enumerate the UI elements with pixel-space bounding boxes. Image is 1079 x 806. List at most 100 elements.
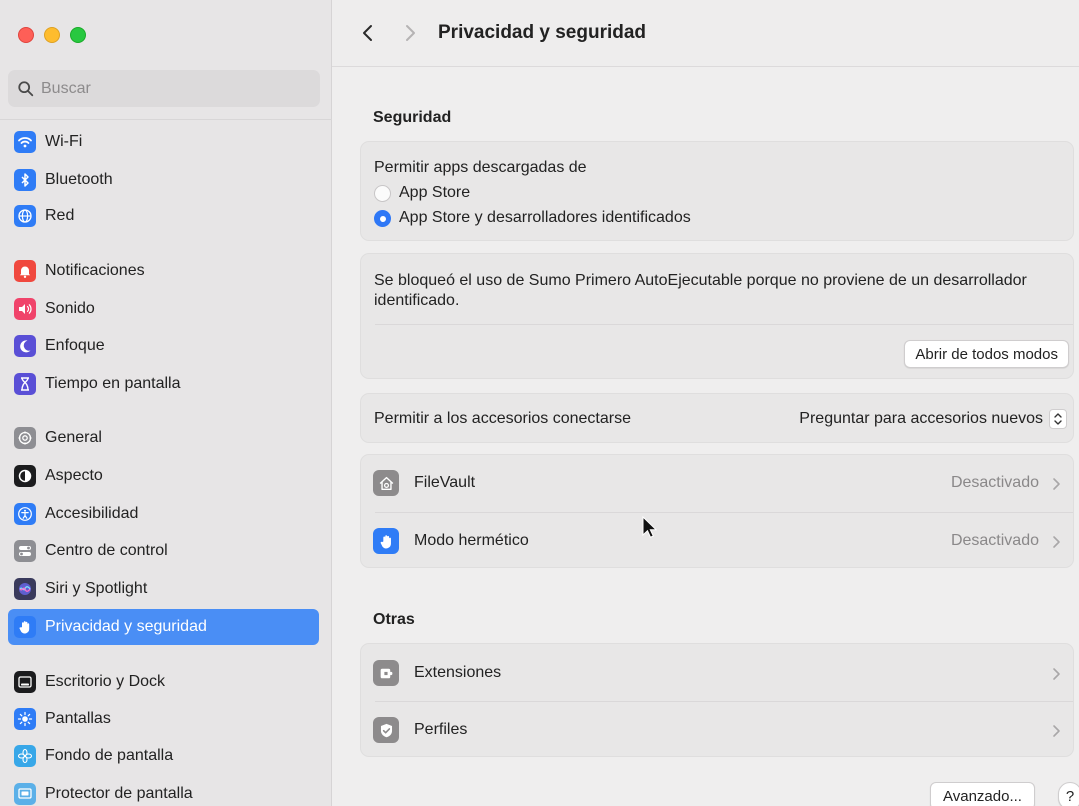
encryption-card: FileVault Desactivado Modo hermético Des…	[360, 454, 1074, 568]
sidebar-item-pantallas[interactable]: Pantallas	[8, 701, 319, 737]
radio-identified-developers-indicator[interactable]	[374, 210, 391, 227]
sidebar-item-centro-de-control[interactable]: Centro de control	[8, 533, 319, 569]
sidebar-item-fondo-de-pantalla[interactable]: Fondo de pantalla	[8, 738, 319, 774]
accessibility-icon	[14, 503, 36, 525]
forward-button[interactable]	[396, 19, 424, 47]
accessories-value[interactable]: Preguntar para accesorios nuevos	[799, 410, 1043, 428]
minimize-window-button[interactable]	[44, 27, 60, 43]
filevault-value: Desactivado	[950, 474, 1039, 491]
card-divider	[375, 324, 1073, 325]
sidebar-item-escritorio-y-dock[interactable]: Escritorio y Dock	[8, 664, 319, 700]
sidebar-item-label: Wi-Fi	[45, 133, 83, 150]
main-panel: Privacidad y seguridad Seguridad Permiti…	[332, 0, 1079, 806]
sidebar-item-notificaciones[interactable]: Notificaciones	[8, 253, 319, 289]
lockdown-mode-label: Modo hermético	[414, 532, 529, 549]
bluetooth-icon	[14, 169, 36, 191]
sidebar-item-label: Escritorio y Dock	[45, 673, 166, 690]
search-placeholder: Buscar	[41, 79, 91, 97]
zoom-window-button[interactable]	[70, 27, 86, 43]
sidebar-item-aspecto[interactable]: Aspecto	[8, 458, 319, 494]
screensaver-icon	[14, 783, 36, 805]
back-button[interactable]	[354, 19, 382, 47]
filevault-label: FileVault	[414, 474, 476, 491]
sidebar-item-label: Centro de control	[45, 542, 168, 559]
section-title-otras: Otras	[373, 611, 415, 628]
sidebar-item-label: General	[45, 429, 102, 446]
page-title: Privacidad y seguridad	[438, 22, 647, 43]
sidebar-item-protector-de-pantalla[interactable]: Protector de pantalla	[8, 776, 319, 806]
hourglass-icon	[14, 373, 36, 395]
blocked-app-card: Se bloqueó el uso de Sumo Primero AutoEj…	[360, 253, 1074, 379]
sun-icon	[14, 708, 36, 730]
sidebar-item-label: Protector de pantalla	[45, 785, 193, 802]
toggles-icon	[14, 540, 36, 562]
hand-icon	[373, 528, 399, 554]
close-window-button[interactable]	[18, 27, 34, 43]
window-controls	[18, 27, 86, 43]
sidebar-item-label: Notificaciones	[45, 262, 145, 279]
sidebar-item-label: Privacidad y seguridad	[45, 618, 207, 635]
allow-apps-label: Permitir apps descargadas de	[374, 159, 587, 176]
sidebar-item-siri-y-spotlight[interactable]: Siri y Spotlight	[8, 571, 319, 607]
toolbar: Privacidad y seguridad	[332, 0, 1079, 67]
radio-app-store-indicator[interactable]	[374, 185, 391, 202]
search-icon	[18, 80, 34, 96]
sidebar-divider	[0, 119, 332, 120]
search-field[interactable]: Buscar	[8, 70, 320, 107]
profiles-label: Perfiles	[414, 721, 468, 738]
sidebar-item-tiempo-en-pantalla[interactable]: Tiempo en pantalla	[8, 366, 319, 402]
profiles-row[interactable]: Perfiles	[361, 701, 1073, 758]
help-button[interactable]: ?	[1058, 782, 1079, 806]
chevron-right-icon	[1053, 668, 1060, 680]
lockdown-mode-value: Desactivado	[950, 532, 1039, 549]
wifi-icon	[14, 131, 36, 153]
speaker-icon	[14, 298, 36, 320]
sidebar-item-label: Fondo de pantalla	[45, 747, 174, 764]
sidebar-item-label: Red	[45, 207, 75, 224]
sidebar-item-enfoque[interactable]: Enfoque	[8, 328, 319, 364]
sidebar-item-label: Accesibilidad	[45, 505, 139, 522]
sidebar-item-sonido[interactable]: Sonido	[8, 291, 319, 327]
sidebar-item-wifi[interactable]: Wi-Fi	[8, 124, 319, 160]
sidebar-item-red[interactable]: Red	[8, 198, 319, 234]
profiles-icon	[373, 717, 399, 743]
siri-icon	[14, 578, 36, 600]
sidebar-item-privacidad-y-seguridad[interactable]: Privacidad y seguridad	[8, 609, 319, 645]
chevron-right-icon	[406, 25, 415, 41]
radio-identified-developers-label[interactable]: App Store y desarrolladores identificado…	[399, 209, 691, 227]
extensions-row[interactable]: Extensiones	[361, 644, 1073, 701]
sidebar-item-bluetooth[interactable]: Bluetooth	[8, 162, 319, 198]
sidebar-item-label: Enfoque	[45, 337, 105, 354]
accessories-card: Permitir a los accesorios conectarse Pre…	[360, 393, 1074, 443]
filevault-row[interactable]: FileVault Desactivado	[361, 455, 1073, 512]
open-anyway-button[interactable]: Abrir de todos modos	[904, 340, 1069, 368]
sidebar-item-label: Aspecto	[45, 467, 103, 484]
moon-icon	[14, 335, 36, 357]
sidebar-item-accesibilidad[interactable]: Accesibilidad	[8, 496, 319, 532]
sidebar-item-label: Siri y Spotlight	[45, 580, 148, 597]
advanced-button[interactable]: Avanzado...	[930, 782, 1035, 806]
flower-icon	[14, 745, 36, 767]
settings-window: Buscar Wi-Fi Bluetooth Red Notificacione…	[0, 0, 1079, 806]
sidebar-item-label: Pantallas	[45, 710, 111, 727]
allow-apps-card: Permitir apps descargadas de App Store A…	[360, 141, 1074, 241]
sidebar-item-label: Tiempo en pantalla	[45, 375, 181, 392]
chevron-right-icon	[1053, 536, 1060, 548]
sidebar-item-label: Bluetooth	[45, 171, 113, 188]
section-title-seguridad: Seguridad	[373, 109, 452, 126]
others-card: Extensiones Perfiles	[360, 643, 1074, 757]
sidebar-item-general[interactable]: General	[8, 420, 319, 456]
gear-icon	[14, 427, 36, 449]
popup-arrows-icon[interactable]	[1049, 409, 1067, 429]
extensions-label: Extensiones	[414, 664, 502, 681]
mouse-pointer-icon	[642, 516, 657, 538]
extensions-icon	[373, 660, 399, 686]
blocked-app-message: Se bloqueó el uso de Sumo Primero AutoEj…	[374, 272, 1027, 309]
radio-app-store-label[interactable]: App Store	[399, 184, 470, 202]
lockdown-mode-row[interactable]: Modo hermético Desactivado	[361, 512, 1073, 569]
bell-icon	[14, 260, 36, 282]
globe-icon	[14, 205, 36, 227]
chevron-right-icon	[1053, 725, 1060, 737]
chevron-left-icon	[363, 25, 372, 41]
dock-icon	[14, 671, 36, 693]
